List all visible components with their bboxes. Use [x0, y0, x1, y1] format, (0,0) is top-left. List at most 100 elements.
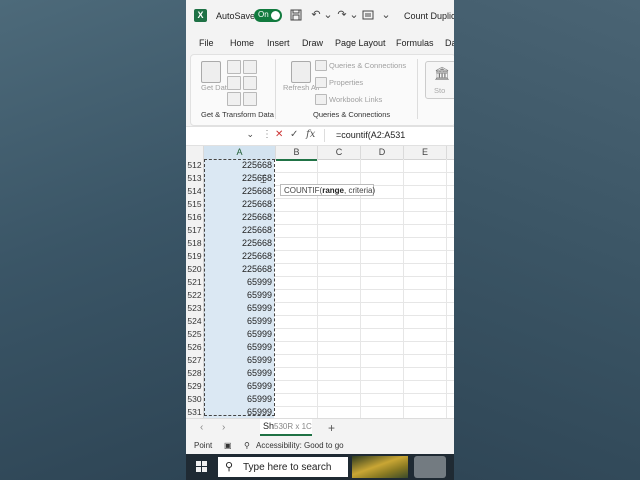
function-tooltip[interactable]: COUNTIF(range, criteria): [280, 184, 376, 196]
from-web-icon[interactable]: [227, 76, 241, 90]
existing-connections-icon[interactable]: [243, 76, 257, 90]
insert-function-icon[interactable]: fx: [306, 129, 315, 140]
enter-icon[interactable]: ✓: [290, 129, 298, 140]
cell-a[interactable]: 225668: [204, 237, 274, 250]
tab-page-layout[interactable]: Page Layout: [335, 38, 386, 48]
formula-input[interactable]: =countif(A2:A531: [336, 130, 405, 140]
divider: [324, 129, 325, 142]
cell-a[interactable]: 65999: [204, 315, 274, 328]
tab-insert[interactable]: Insert: [267, 38, 290, 48]
row-number[interactable]: 524: [186, 315, 204, 328]
queries-icon[interactable]: [315, 60, 327, 71]
from-table-icon[interactable]: [227, 92, 241, 106]
add-sheet-icon[interactable]: +: [328, 421, 335, 435]
properties-icon[interactable]: [315, 77, 327, 88]
get-data-icon[interactable]: [201, 61, 221, 83]
sheet-tab-active[interactable]: Sh530R x 1C: [260, 419, 312, 436]
column-header-e[interactable]: E: [404, 146, 447, 159]
column-header-a[interactable]: A: [204, 146, 276, 159]
properties-button[interactable]: Properties: [329, 78, 363, 87]
search-highlight-image[interactable]: [352, 456, 408, 478]
row-number[interactable]: 527: [186, 354, 204, 367]
cell-a[interactable]: 65999: [204, 393, 274, 406]
tab-home[interactable]: Home: [230, 38, 254, 48]
row-number[interactable]: 531: [186, 406, 204, 418]
cancel-icon[interactable]: ✕: [275, 129, 283, 140]
chevron-down-icon[interactable]: ⌄: [246, 129, 254, 140]
row-number[interactable]: 522: [186, 289, 204, 302]
previous-sheet-icon[interactable]: ‹: [200, 422, 203, 433]
row-number[interactable]: 512: [186, 159, 204, 172]
tab-file[interactable]: File: [199, 38, 214, 48]
cell-a[interactable]: 225668: [204, 211, 274, 224]
cell-a[interactable]: 225668: [204, 185, 274, 198]
tooltip-arg-criteria: , criteria): [344, 186, 376, 195]
formula-bar: ⌄ ⋮ ✕ ✓ fx =countif(A2:A531: [186, 126, 454, 146]
workbook-links-icon[interactable]: [315, 94, 327, 105]
row-number[interactable]: 520: [186, 263, 204, 276]
column-header-row: A B C D E: [186, 146, 454, 161]
table-row: 522 65999: [186, 289, 454, 303]
status-bar: Point ▣ ⚲ Accessibility: Good to go: [186, 438, 454, 454]
autosave-toggle[interactable]: On: [254, 9, 282, 22]
cell-a[interactable]: 65999: [204, 380, 274, 393]
cell-a[interactable]: 65999: [204, 341, 274, 354]
cell-a[interactable]: 65999: [204, 367, 274, 380]
cell-a[interactable]: 225668: [204, 263, 274, 276]
worksheet-grid[interactable]: A B C D E 512 225668 513 225668 514 225668 515…: [186, 146, 454, 418]
cell-a[interactable]: 65999: [204, 276, 274, 289]
customize-icon[interactable]: [362, 9, 374, 21]
save-icon[interactable]: [290, 9, 302, 21]
taskbar-app-icon[interactable]: [414, 456, 446, 478]
row-number[interactable]: 517: [186, 224, 204, 237]
cell-a[interactable]: 65999: [204, 406, 274, 418]
row-number[interactable]: 514: [186, 185, 204, 198]
recent-sources-icon[interactable]: [243, 60, 257, 74]
row-number[interactable]: 525: [186, 328, 204, 341]
select-all-corner[interactable]: [186, 146, 204, 159]
cell-a[interactable]: 65999: [204, 328, 274, 341]
windows-start-icon[interactable]: [196, 461, 208, 473]
row-number[interactable]: 516: [186, 211, 204, 224]
row-number[interactable]: 526: [186, 341, 204, 354]
undo-icon[interactable]: ↶: [310, 9, 322, 21]
row-number[interactable]: 513: [186, 172, 204, 185]
tab-draw[interactable]: Draw: [302, 38, 323, 48]
row-number[interactable]: 518: [186, 237, 204, 250]
cell-a[interactable]: 225668: [204, 250, 274, 263]
column-header-c[interactable]: C: [318, 146, 361, 159]
more-options-icon[interactable]: ⌄: [380, 9, 392, 21]
tab-data[interactable]: Da: [445, 38, 454, 48]
cell-a[interactable]: 65999: [204, 354, 274, 367]
from-picture-icon[interactable]: [243, 92, 257, 106]
from-text-icon[interactable]: [227, 60, 241, 74]
cell-a[interactable]: 225668: [204, 198, 274, 211]
queries-group-label: Queries & Connections: [313, 110, 391, 119]
column-header-d[interactable]: D: [361, 146, 404, 159]
cell-a[interactable]: 65999: [204, 289, 274, 302]
taskbar-search[interactable]: ⚲ Type here to search: [218, 457, 348, 477]
row-number[interactable]: 530: [186, 393, 204, 406]
row-number[interactable]: 528: [186, 367, 204, 380]
row-number[interactable]: 515: [186, 198, 204, 211]
cell-a[interactable]: 225668: [204, 224, 274, 237]
cell-a[interactable]: 65999: [204, 302, 274, 315]
queries-connections-button[interactable]: Queries & Connections: [329, 61, 406, 70]
row-number[interactable]: 529: [186, 380, 204, 393]
tab-formulas[interactable]: Formulas: [396, 38, 434, 48]
row-number[interactable]: 523: [186, 302, 204, 315]
redo-icon[interactable]: ↷: [336, 9, 348, 21]
ribbon-tabs: File Home Insert Draw Page Layout Formul…: [186, 36, 454, 52]
row-number[interactable]: 521: [186, 276, 204, 289]
refresh-all-icon[interactable]: [291, 61, 311, 83]
macro-record-icon[interactable]: ▣: [224, 441, 232, 450]
cell-a[interactable]: 225668: [204, 159, 274, 172]
accessibility-status[interactable]: Accessibility: Good to go: [256, 441, 344, 450]
chevron-down-icon[interactable]: ⌄: [322, 9, 334, 21]
stocks-button[interactable]: 🏛 Sto: [425, 61, 454, 99]
workbook-links-button[interactable]: Workbook Links: [329, 95, 382, 104]
row-number[interactable]: 519: [186, 250, 204, 263]
chevron-down-icon[interactable]: ⌄: [348, 9, 360, 21]
name-box[interactable]: ⌄: [190, 129, 256, 142]
next-sheet-icon[interactable]: ›: [222, 422, 225, 433]
